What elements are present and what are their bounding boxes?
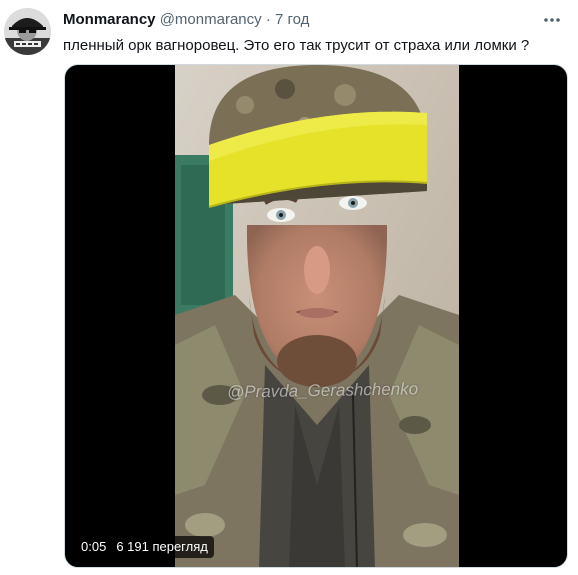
tweet-card[interactable]: Monmarancy @monmarancy · 7 год пленный о… [0,0,578,575]
more-options-button[interactable] [540,10,564,30]
video-frame: @Pravda_Gerashchenko [175,65,459,567]
tweet-header: Monmarancy @monmarancy · 7 год [63,11,309,29]
video-thumbnail [175,65,459,567]
avatar[interactable] [4,8,51,55]
video-watermark: @Pravda_Gerashchenko [226,379,419,402]
author-name[interactable]: Monmarancy [63,11,156,28]
meta-separator: · [265,11,271,28]
tweet-timestamp[interactable]: 7 год [275,11,309,28]
more-horizontal-icon [544,18,560,22]
video-player[interactable]: @Pravda_Gerashchenko 0:05 6 191 перегляд [64,64,568,568]
avatar-image [4,8,51,55]
video-duration: 0:05 [81,539,107,554]
author-handle[interactable]: @monmarancy [160,11,262,28]
video-info-badge: 0:05 6 191 перегляд [75,536,214,558]
video-view-count: 6 191 перегляд [116,539,208,554]
tweet-text: пленный орк вагноровец. Это его так трус… [63,37,530,54]
